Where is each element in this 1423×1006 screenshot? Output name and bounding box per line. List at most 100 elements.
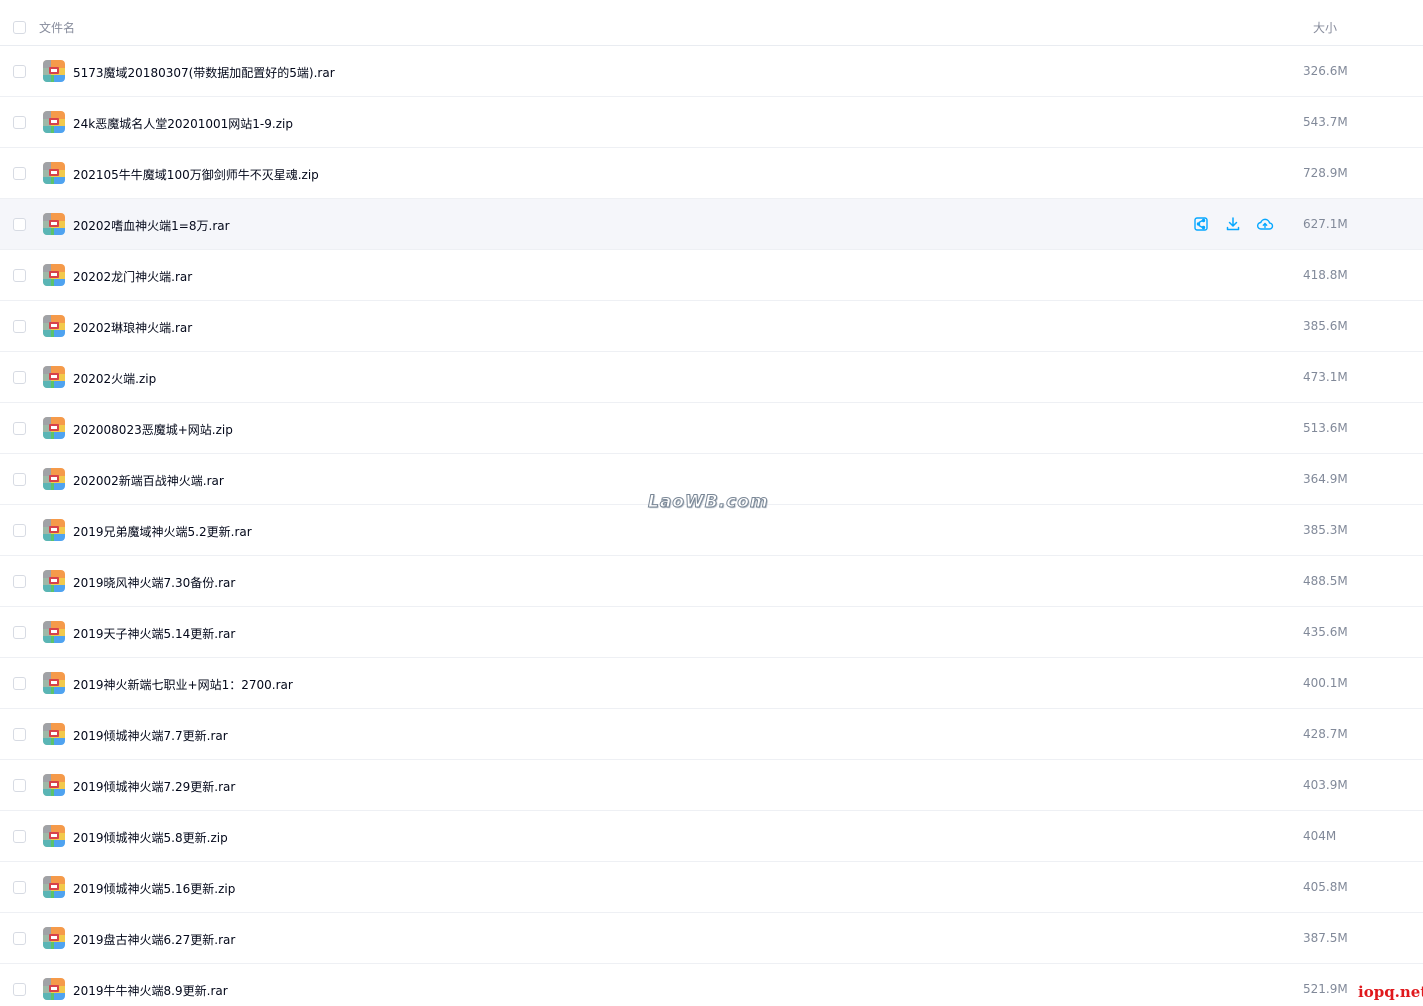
archive-file-icon <box>43 213 65 235</box>
file-size: 364.9M <box>1303 472 1348 486</box>
row-checkbox[interactable] <box>13 320 26 333</box>
file-size: 385.3M <box>1303 523 1348 537</box>
file-size: 488.5M <box>1303 574 1348 588</box>
row-checkbox[interactable] <box>13 116 26 129</box>
share-icon[interactable] <box>1192 215 1210 233</box>
file-name[interactable]: 20202嗜血神火端1=8万.rar <box>73 217 230 234</box>
file-name[interactable]: 2019倾城神火端7.7更新.rar <box>73 727 228 744</box>
file-size: 435.6M <box>1303 625 1348 639</box>
file-name[interactable]: 20202火端.zip <box>73 370 156 387</box>
file-name[interactable]: 20202琳琅神火端.rar <box>73 319 192 336</box>
file-size: 418.8M <box>1303 268 1348 282</box>
file-name[interactable]: 24k恶魔城名人堂20201001网站1-9.zip <box>73 115 293 132</box>
archive-file-icon <box>43 570 65 592</box>
file-name[interactable]: 20202龙门神火端.rar <box>73 268 192 285</box>
file-name[interactable]: 2019晓风神火端7.30备份.rar <box>73 574 235 591</box>
file-size: 627.1M <box>1303 217 1348 231</box>
archive-file-icon <box>43 876 65 898</box>
archive-file-icon <box>43 366 65 388</box>
row-checkbox[interactable] <box>13 626 26 639</box>
row-checkbox[interactable] <box>13 167 26 180</box>
file-row[interactable]: 20202嗜血神火端1=8万.rar 627.1M <box>0 199 1423 250</box>
archive-file-icon <box>43 774 65 796</box>
file-row[interactable]: 20202龙门神火端.rar 418.8M <box>0 250 1423 301</box>
row-checkbox[interactable] <box>13 575 26 588</box>
file-name[interactable]: 202002新端百战神火端.rar <box>73 472 224 489</box>
file-row[interactable]: 5173魔域20180307(带数据加配置好的5端).rar 326.6M <box>0 46 1423 97</box>
file-row[interactable]: 2019天子神火端5.14更新.rar 435.6M <box>0 607 1423 658</box>
row-checkbox[interactable] <box>13 218 26 231</box>
file-row[interactable]: 2019盘古神火端6.27更新.rar 387.5M <box>0 913 1423 964</box>
archive-file-icon <box>43 927 65 949</box>
row-checkbox[interactable] <box>13 728 26 741</box>
file-name[interactable]: 202105牛牛魔域100万御剑师牛不灭星魂.zip <box>73 166 319 183</box>
list-header: 文件名 大小 <box>0 0 1423 46</box>
row-checkbox[interactable] <box>13 269 26 282</box>
archive-file-icon <box>43 60 65 82</box>
file-size: 405.8M <box>1303 880 1348 894</box>
file-name[interactable]: 2019神火新端七职业+网站1：2700.rar <box>73 676 293 693</box>
row-checkbox[interactable] <box>13 983 26 996</box>
archive-file-icon <box>43 621 65 643</box>
file-row[interactable]: 2019兄弟魔域神火端5.2更新.rar 385.3M <box>0 505 1423 556</box>
file-size: 428.7M <box>1303 727 1348 741</box>
file-row[interactable]: 20202琳琅神火端.rar 385.6M <box>0 301 1423 352</box>
file-size: 385.6M <box>1303 319 1348 333</box>
archive-file-icon <box>43 723 65 745</box>
watermark-corner: iopq.net <box>1358 983 1423 1001</box>
row-checkbox[interactable] <box>13 422 26 435</box>
row-checkbox[interactable] <box>13 524 26 537</box>
file-name[interactable]: 2019倾城神火端7.29更新.rar <box>73 778 235 795</box>
archive-file-icon <box>43 978 65 1000</box>
row-checkbox[interactable] <box>13 677 26 690</box>
file-name[interactable]: 2019兄弟魔域神火端5.2更新.rar <box>73 523 252 540</box>
cloud-save-icon[interactable] <box>1256 215 1274 233</box>
file-row[interactable]: 2019牛牛神火端8.9更新.rar 521.9M <box>0 964 1423 1006</box>
file-size: 387.5M <box>1303 931 1348 945</box>
archive-file-icon <box>43 162 65 184</box>
archive-file-icon <box>43 315 65 337</box>
file-name[interactable]: 2019天子神火端5.14更新.rar <box>73 625 235 642</box>
column-header-size[interactable]: 大小 <box>1313 19 1337 36</box>
row-checkbox[interactable] <box>13 473 26 486</box>
archive-file-icon <box>43 264 65 286</box>
file-list: 文件名 大小 5173魔域20180307(带数据加配置好的5端).rar 326… <box>0 0 1423 1006</box>
file-size: 403.9M <box>1303 778 1348 792</box>
file-name[interactable]: 2019牛牛神火端8.9更新.rar <box>73 982 228 999</box>
file-size: 473.1M <box>1303 370 1348 384</box>
file-row[interactable]: 202008023恶魔城+网站.zip 513.6M <box>0 403 1423 454</box>
column-header-name[interactable]: 文件名 <box>39 19 75 36</box>
download-icon[interactable] <box>1224 215 1242 233</box>
file-row[interactable]: 2019倾城神火端5.16更新.zip 405.8M <box>0 862 1423 913</box>
row-checkbox[interactable] <box>13 932 26 945</box>
archive-file-icon <box>43 519 65 541</box>
row-checkbox[interactable] <box>13 779 26 792</box>
file-name[interactable]: 202008023恶魔城+网站.zip <box>73 421 233 438</box>
file-row[interactable]: 2019晓风神火端7.30备份.rar 488.5M <box>0 556 1423 607</box>
file-row[interactable]: 2019神火新端七职业+网站1：2700.rar 400.1M <box>0 658 1423 709</box>
archive-file-icon <box>43 417 65 439</box>
row-checkbox[interactable] <box>13 371 26 384</box>
row-checkbox[interactable] <box>13 881 26 894</box>
file-name[interactable]: 2019盘古神火端6.27更新.rar <box>73 931 235 948</box>
file-size: 521.9M <box>1303 982 1348 996</box>
file-size: 543.7M <box>1303 115 1348 129</box>
file-row[interactable]: 2019倾城神火端5.8更新.zip 404M <box>0 811 1423 862</box>
file-row[interactable]: 202105牛牛魔域100万御剑师牛不灭星魂.zip 728.9M <box>0 148 1423 199</box>
file-name[interactable]: 5173魔域20180307(带数据加配置好的5端).rar <box>73 64 335 81</box>
file-size: 728.9M <box>1303 166 1348 180</box>
file-name[interactable]: 2019倾城神火端5.8更新.zip <box>73 829 228 846</box>
file-row[interactable]: 24k恶魔城名人堂20201001网站1-9.zip 543.7M <box>0 97 1423 148</box>
archive-file-icon <box>43 111 65 133</box>
row-checkbox[interactable] <box>13 65 26 78</box>
file-row[interactable]: 20202火端.zip 473.1M <box>0 352 1423 403</box>
select-all-checkbox[interactable] <box>13 21 26 34</box>
file-name[interactable]: 2019倾城神火端5.16更新.zip <box>73 880 235 897</box>
file-size: 404M <box>1303 829 1337 843</box>
file-size: 513.6M <box>1303 421 1348 435</box>
file-row[interactable]: 2019倾城神火端7.29更新.rar 403.9M <box>0 760 1423 811</box>
file-size: 400.1M <box>1303 676 1348 690</box>
row-checkbox[interactable] <box>13 830 26 843</box>
file-row[interactable]: 2019倾城神火端7.7更新.rar 428.7M <box>0 709 1423 760</box>
file-rows: 5173魔域20180307(带数据加配置好的5端).rar 326.6M 24k恶… <box>0 46 1423 1006</box>
